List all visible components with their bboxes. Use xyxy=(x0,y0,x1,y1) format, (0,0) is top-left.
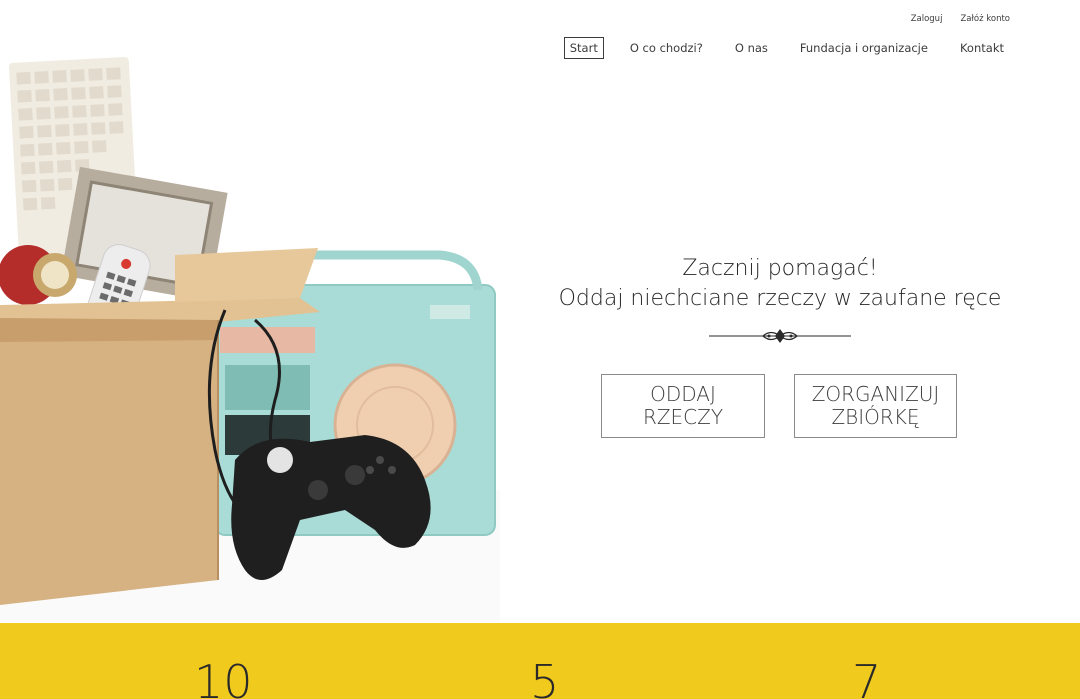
hero-title: Zacznij pomagać! xyxy=(682,256,878,281)
stat-value: 10 xyxy=(194,655,253,699)
ornament-divider-icon xyxy=(709,329,851,343)
nav-item-foundations[interactable]: Fundacja i organizacje xyxy=(794,37,934,59)
login-link[interactable]: Zaloguj xyxy=(911,14,943,24)
hero-image xyxy=(0,56,500,622)
stat-value: 7 xyxy=(852,655,882,699)
nav-item-start[interactable]: Start xyxy=(563,37,604,59)
organize-collection-button[interactable]: ZORGANIZUJ ZBIÓRKĘ xyxy=(794,374,957,438)
nav-item-contact[interactable]: Kontakt xyxy=(954,37,1010,59)
hero-heading: Zacznij pomagać! Oddaj niechciane rzeczy… xyxy=(550,254,1010,314)
auth-links: Zaloguj Załóż konto xyxy=(911,14,1010,24)
stats-section: 10 5 7 xyxy=(0,623,1080,699)
nav-item-about-us[interactable]: O nas xyxy=(729,37,774,59)
hero-subtitle: Oddaj niechciane rzeczy w zaufane ręce xyxy=(558,286,1002,311)
nav-item-about-idea[interactable]: O co chodzi? xyxy=(624,37,709,59)
stat-value: 5 xyxy=(530,655,560,699)
register-link[interactable]: Załóż konto xyxy=(960,14,1010,24)
main-nav: Start O co chodzi? O nas Fundacja i orga… xyxy=(544,37,1010,59)
give-items-button[interactable]: ODDAJ RZECZY xyxy=(601,374,765,438)
